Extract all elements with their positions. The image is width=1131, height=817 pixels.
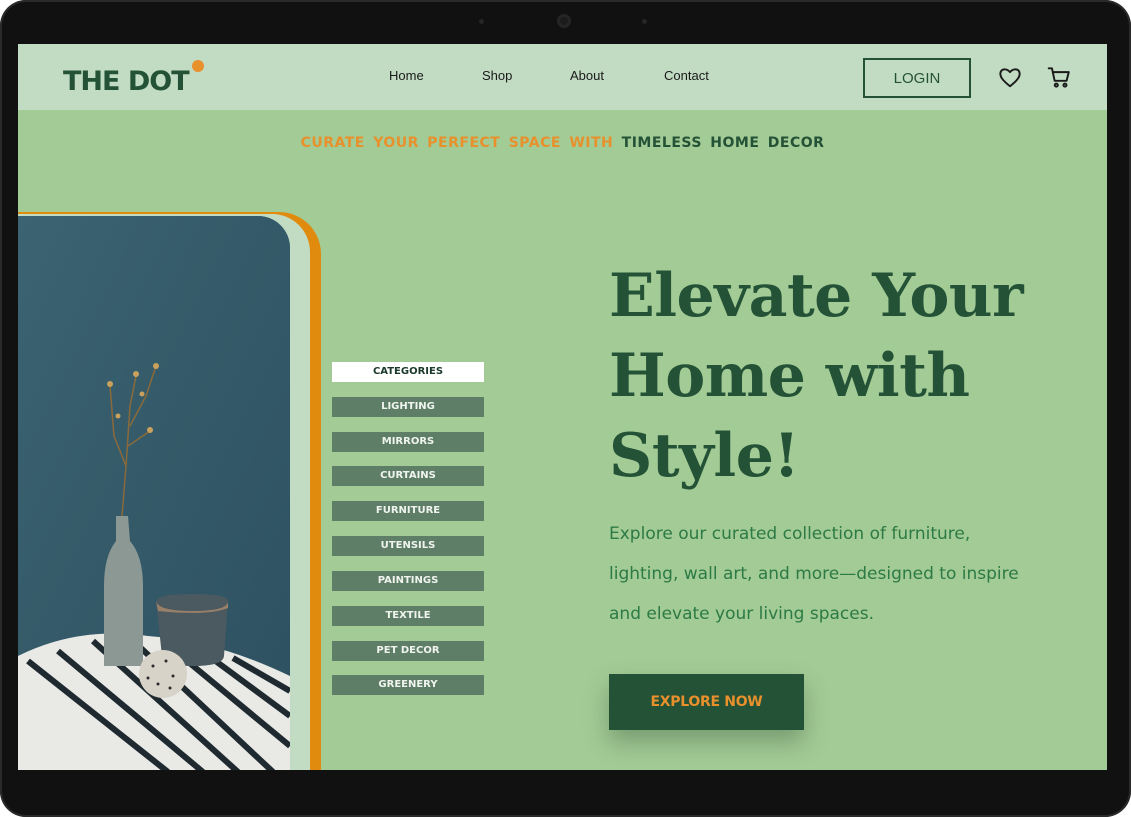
nav-link-shop[interactable]: Shop xyxy=(482,68,512,83)
hero-title-line: Style! xyxy=(609,421,800,491)
navbar: THE DOT Home Shop About Contact LOGIN xyxy=(18,44,1107,110)
camera-icon xyxy=(557,14,571,28)
nav-link-home[interactable]: Home xyxy=(389,68,424,83)
hero-photo xyxy=(18,216,290,770)
hero-title-line: Home with xyxy=(609,341,970,411)
nav-link-contact[interactable]: Contact xyxy=(664,68,709,83)
category-pet-decor[interactable]: PET DECOR xyxy=(332,641,484,661)
tagline-rest: TIMELESS HOME DECOR xyxy=(621,135,825,151)
categories-header: CATEGORIES xyxy=(332,362,484,382)
cart-icon[interactable] xyxy=(1046,64,1072,90)
category-paintings[interactable]: PAINTINGS xyxy=(332,571,484,591)
tablet-frame: THE DOT Home Shop About Contact LOGIN CU… xyxy=(0,0,1131,817)
hero-title-line: Elevate Your xyxy=(609,261,1024,331)
category-curtains[interactable]: CURTAINS xyxy=(332,466,484,486)
tagline-highlight: CURATE YOUR PERFECT SPACE WITH xyxy=(300,135,614,151)
logo[interactable]: THE DOT xyxy=(63,66,190,97)
category-utensils[interactable]: UTENSILS xyxy=(332,536,484,556)
category-textile[interactable]: TEXTILE xyxy=(332,606,484,626)
screen: THE DOT Home Shop About Contact LOGIN CU… xyxy=(18,44,1107,770)
logo-dot-icon xyxy=(192,60,204,72)
heart-icon[interactable] xyxy=(997,64,1023,90)
nav-link-about[interactable]: About xyxy=(570,68,604,83)
hero-title: Elevate Your Home with Style! xyxy=(609,256,1049,496)
explore-now-button[interactable]: EXPLORE NOW xyxy=(609,674,804,730)
hero-description: Explore our curated collection of furnit… xyxy=(609,524,1019,624)
category-mirrors[interactable]: MIRRORS xyxy=(332,432,484,452)
login-button[interactable]: LOGIN xyxy=(863,58,971,98)
tagline: CURATE YOUR PERFECT SPACE WITH TIMELESS … xyxy=(18,135,1107,151)
sensor-dot xyxy=(479,19,484,24)
sensor-dot xyxy=(642,19,647,24)
category-greenery[interactable]: GREENERY xyxy=(332,675,484,695)
category-lighting[interactable]: LIGHTING xyxy=(332,397,484,417)
hero-photo-illustration xyxy=(18,216,290,770)
category-furniture[interactable]: FURNITURE xyxy=(332,501,484,521)
